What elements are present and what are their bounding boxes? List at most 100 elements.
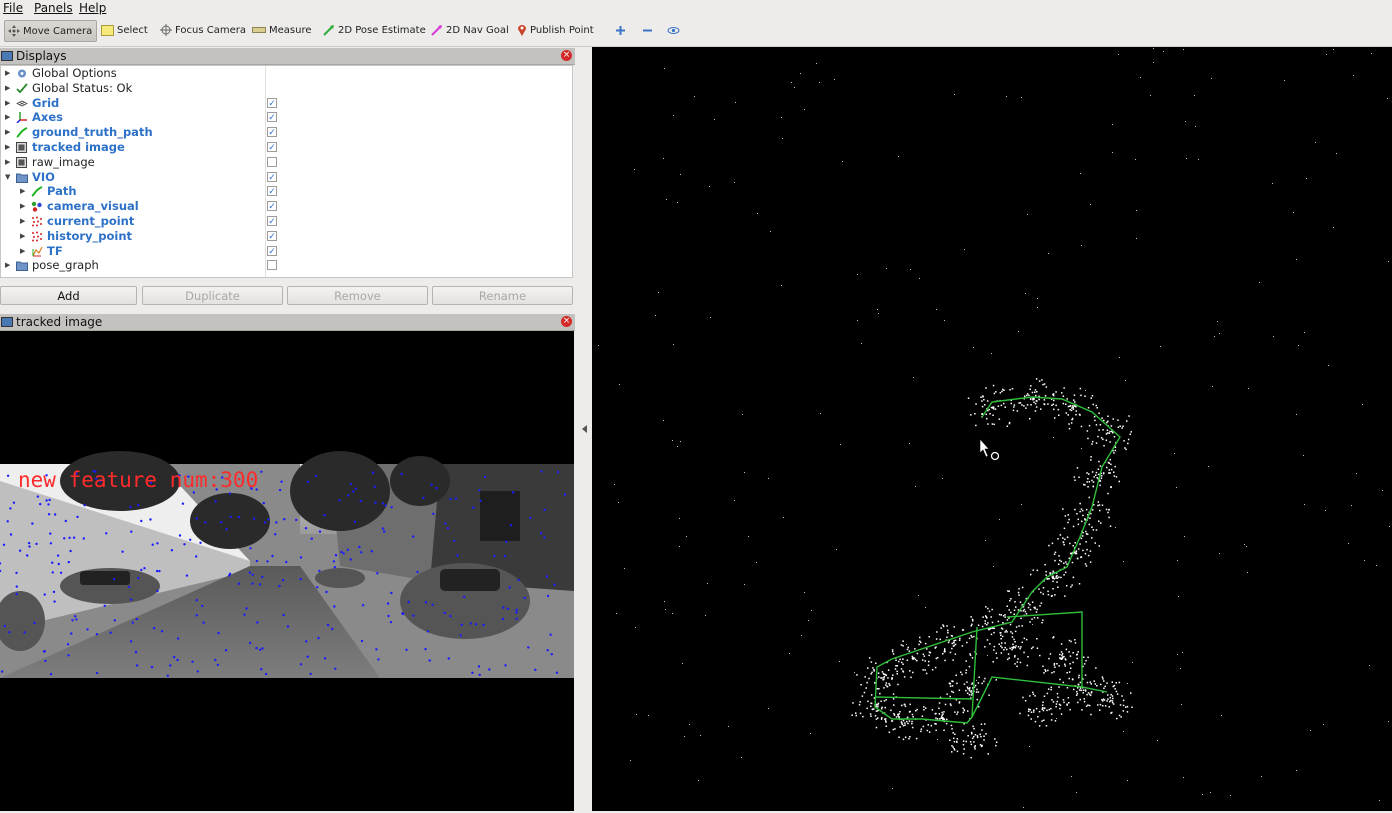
display-enabled-checkbox[interactable]: ✓ <box>267 171 277 183</box>
focus-camera-label: Focus Camera <box>175 25 246 36</box>
rename-button[interactable]: Rename <box>432 286 573 305</box>
trajectory-path <box>874 396 1121 724</box>
display-row-tf[interactable]: ▶ TF ✓ <box>1 244 574 259</box>
feature-point <box>381 527 385 530</box>
display-enabled-checkbox[interactable]: ✓ <box>267 112 277 123</box>
select-tool[interactable]: Select <box>98 20 152 42</box>
pose-estimate-tool[interactable]: 2D Pose Estimate <box>320 20 430 42</box>
menu-panels[interactable]: Panels <box>34 1 73 15</box>
feature-point <box>373 485 376 488</box>
feature-point <box>422 496 425 500</box>
tracked-image-view[interactable]: new feature num:300 <box>0 331 574 811</box>
display-row-grid[interactable]: ▶ Grid ✓ <box>1 96 574 111</box>
feature-point <box>252 517 256 520</box>
measure-tool[interactable]: Measure <box>249 20 316 42</box>
feature-point <box>243 613 246 616</box>
feature-point <box>285 560 288 564</box>
expand-arrow-icon[interactable]: ▶ <box>5 96 10 111</box>
display-row-camera-visual[interactable]: ▶ camera_visual ✓ <box>1 199 574 214</box>
add-button[interactable]: Add <box>0 286 137 305</box>
display-enabled-checkbox[interactable]: ✓ <box>267 127 277 138</box>
view-options-button[interactable] <box>664 20 686 42</box>
display-enabled-checkbox[interactable]: ✓ <box>267 230 277 242</box>
close-icon[interactable]: × <box>561 316 572 327</box>
feature-point <box>3 624 6 628</box>
expand-arrow-icon[interactable]: ▶ <box>5 110 10 125</box>
expand-arrow-icon[interactable]: ▶ <box>20 229 25 244</box>
display-enabled-checkbox[interactable] <box>267 260 277 271</box>
folder-icon <box>16 173 28 183</box>
display-row-tracked-image[interactable]: ▶ tracked image ✓ <box>1 140 574 155</box>
display-enabled-checkbox[interactable] <box>267 156 277 167</box>
display-row-pose-graph[interactable]: ▶ pose_graph <box>1 258 574 273</box>
display-enabled-checkbox[interactable]: ✓ <box>267 142 277 153</box>
move-camera-tool[interactable]: Move Camera <box>4 20 97 42</box>
display-enabled-checkbox[interactable]: ✓ <box>267 186 277 197</box>
duplicate-button[interactable]: Duplicate <box>142 286 283 305</box>
publish-point-tool[interactable]: Publish Point <box>514 20 598 42</box>
expand-arrow-icon[interactable]: ▶ <box>5 125 10 140</box>
feature-point <box>64 519 68 523</box>
feature-point <box>249 547 252 550</box>
display-label: Global Options <box>32 66 117 80</box>
expand-arrow-icon[interactable]: ▶ <box>5 81 10 96</box>
feature-point <box>71 619 74 622</box>
display-enabled-checkbox[interactable]: ✓ <box>267 216 277 227</box>
panel-splitter[interactable] <box>575 47 591 813</box>
nav-goal-tool[interactable]: 2D Nav Goal <box>428 20 513 42</box>
feature-point <box>103 604 107 607</box>
display-row-history-point[interactable]: ▶ history_point ✓ <box>1 229 574 244</box>
feature-point <box>44 659 47 663</box>
feature-point <box>477 665 481 668</box>
feature-point <box>334 554 338 557</box>
feature-point <box>48 498 51 502</box>
menu-file[interactable]: File <box>3 1 23 15</box>
feature-point <box>258 583 262 586</box>
expand-arrow-icon[interactable]: ▶ <box>5 66 10 81</box>
collapse-arrow-icon <box>582 425 587 433</box>
3d-render-view[interactable] <box>592 47 1392 811</box>
feature-point <box>255 646 258 650</box>
feature-point <box>155 569 159 573</box>
display-row-axes[interactable]: ▶ Axes ✓ <box>1 110 574 125</box>
feature-point <box>49 542 53 545</box>
camera-frame: new feature num:300 <box>0 451 574 678</box>
focus-camera-tool[interactable]: Focus Camera <box>157 20 250 42</box>
display-row-global-options[interactable]: ▶ Global Options <box>1 66 574 81</box>
display-enabled-checkbox[interactable]: ✓ <box>267 245 277 257</box>
display-row-global-status-ok[interactable]: ▶ Global Status: Ok <box>1 81 574 96</box>
display-enabled-checkbox[interactable]: ✓ <box>267 201 277 212</box>
feature-point <box>195 599 198 602</box>
feature-point <box>323 514 326 517</box>
feature-point <box>517 578 520 582</box>
display-row-current-point[interactable]: ▶ current_point ✓ <box>1 214 574 229</box>
display-enabled-checkbox[interactable]: ✓ <box>267 97 277 109</box>
feature-point <box>45 499 48 502</box>
green-arrow-icon <box>323 25 334 36</box>
collapse-arrow-icon[interactable]: ▼ <box>5 170 10 185</box>
expand-arrow-icon[interactable]: ▶ <box>5 140 10 155</box>
remove-tool-button[interactable] <box>639 20 657 42</box>
expand-arrow-icon[interactable]: ▶ <box>20 244 25 259</box>
display-row-vio[interactable]: ▼ VIO ✓ <box>1 170 574 185</box>
display-row-raw-image[interactable]: ▶ raw_image <box>1 155 574 170</box>
add-tool-button[interactable] <box>612 20 630 42</box>
expand-arrow-icon[interactable]: ▶ <box>5 258 10 273</box>
select-label: Select <box>117 25 148 36</box>
expand-arrow-icon[interactable]: ▶ <box>20 184 25 199</box>
feature-point <box>509 524 513 527</box>
menu-help[interactable]: Help <box>79 1 106 15</box>
remove-button[interactable]: Remove <box>287 286 428 305</box>
expand-arrow-icon[interactable]: ▶ <box>20 214 25 229</box>
display-row-path[interactable]: ▶ Path ✓ <box>1 184 574 199</box>
feature-point <box>53 600 56 603</box>
close-icon[interactable]: × <box>561 50 572 61</box>
display-label: ground_truth_path <box>32 125 153 140</box>
feature-point <box>76 515 79 519</box>
display-row-ground-truth-path[interactable]: ▶ ground_truth_path ✓ <box>1 125 574 140</box>
feature-point <box>282 613 285 617</box>
expand-arrow-icon[interactable]: ▶ <box>5 155 10 170</box>
expand-arrow-icon[interactable]: ▶ <box>20 199 25 214</box>
feature-point <box>346 548 349 551</box>
feature-point <box>405 648 408 651</box>
